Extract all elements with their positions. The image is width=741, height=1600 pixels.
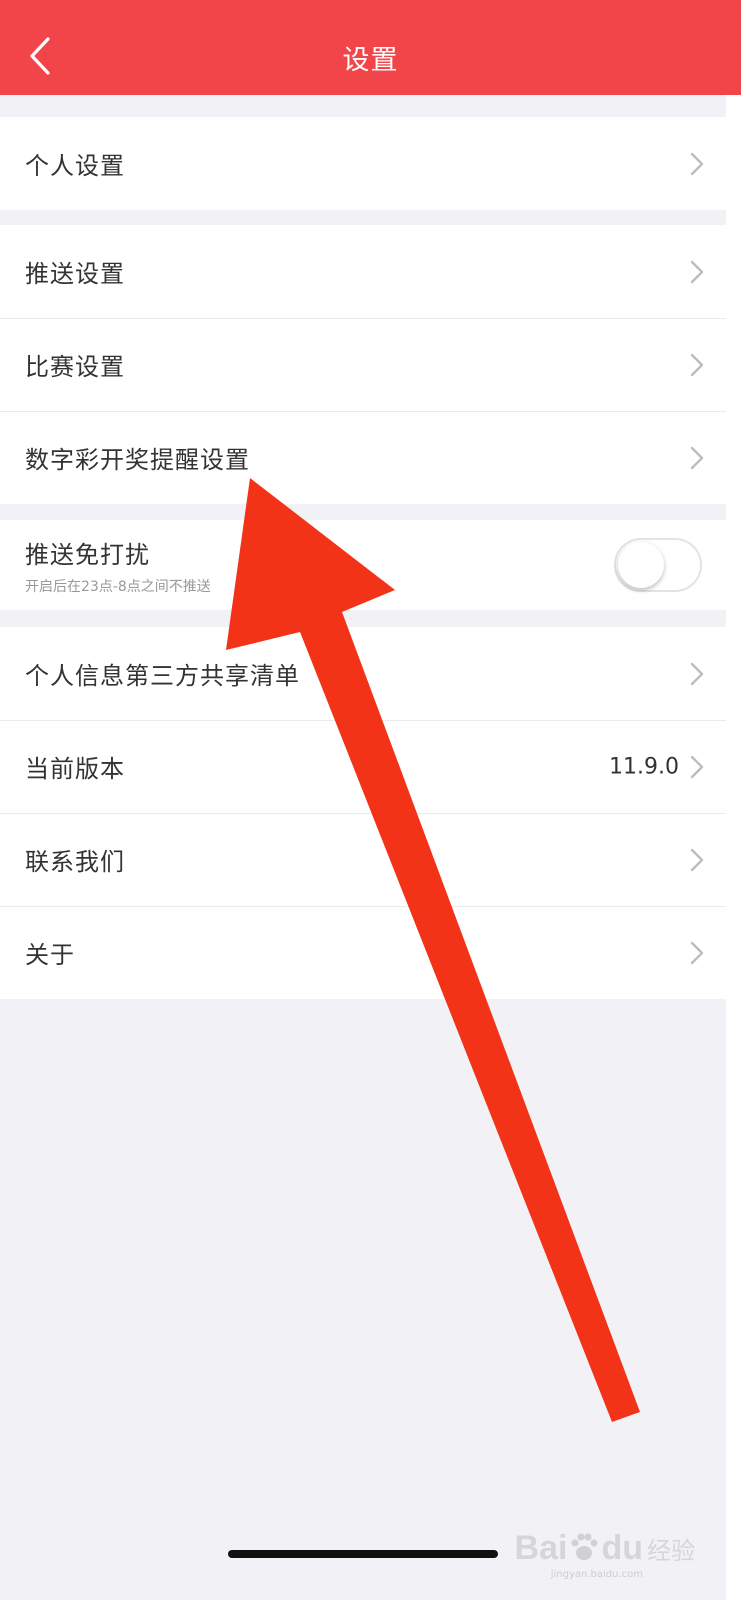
- row-label: 推送设置: [25, 260, 125, 288]
- settings-group-push: 推送设置 比赛设置 数字彩开奖提醒设置: [0, 225, 726, 504]
- page-title: 设置: [342, 45, 399, 76]
- row-lottery-reminder-settings[interactable]: 数字彩开奖提醒设置: [0, 411, 726, 504]
- row-label: 比赛设置: [25, 353, 125, 381]
- watermark-url: jingyan.baidu.com: [550, 1569, 643, 1580]
- chevron-right-icon: [690, 446, 704, 469]
- watermark-text: 经验: [647, 1537, 695, 1565]
- paw-icon: [571, 1533, 598, 1560]
- settings-group-dnd: 推送免打扰 开启后在23点-8点之间不推送: [0, 520, 726, 610]
- row-label: 联系我们: [25, 848, 125, 876]
- toggle-knob: [618, 542, 664, 588]
- chevron-right-icon: [690, 152, 704, 175]
- dnd-toggle[interactable]: [614, 538, 702, 592]
- row-about[interactable]: 关于: [0, 906, 726, 999]
- settings-group-personal: 个人设置: [0, 117, 726, 210]
- watermark-logo: Bai: [514, 1529, 568, 1567]
- row-label: 个人信息第三方共享清单: [25, 662, 300, 690]
- row-personal-settings[interactable]: 个人设置: [0, 117, 726, 210]
- chevron-right-icon: [690, 260, 704, 283]
- version-value: 11.9.0: [609, 754, 679, 779]
- chevron-right-icon: [690, 941, 704, 964]
- row-label: 推送免打扰: [25, 540, 150, 569]
- row-contact-us[interactable]: 联系我们: [0, 813, 726, 906]
- chevron-right-icon: [690, 353, 704, 376]
- chevron-right-icon: [690, 662, 704, 685]
- right-edge: [726, 0, 741, 1600]
- row-description: 开启后在23点-8点之间不推送: [25, 578, 211, 595]
- chevron-right-icon: [690, 848, 704, 871]
- watermark-logo-2: du: [601, 1529, 643, 1567]
- chevron-right-icon: [690, 755, 704, 778]
- row-push-settings[interactable]: 推送设置: [0, 225, 726, 318]
- row-current-version[interactable]: 当前版本 11.9.0: [0, 720, 726, 813]
- nav-bar: 设置: [0, 0, 741, 95]
- home-indicator[interactable]: [228, 1550, 498, 1558]
- settings-group-about: 个人信息第三方共享清单 当前版本 11.9.0 联系我们 关于: [0, 627, 726, 999]
- baidu-watermark: Bai du 经验: [515, 1529, 695, 1568]
- row-third-party-share-list[interactable]: 个人信息第三方共享清单: [0, 627, 726, 720]
- row-label: 数字彩开奖提醒设置: [25, 446, 250, 474]
- row-label: 当前版本: [25, 755, 125, 783]
- row-match-settings[interactable]: 比赛设置: [0, 318, 726, 411]
- row-label: 关于: [25, 941, 75, 969]
- row-label: 个人设置: [25, 152, 125, 180]
- row-push-do-not-disturb: 推送免打扰 开启后在23点-8点之间不推送: [0, 520, 726, 610]
